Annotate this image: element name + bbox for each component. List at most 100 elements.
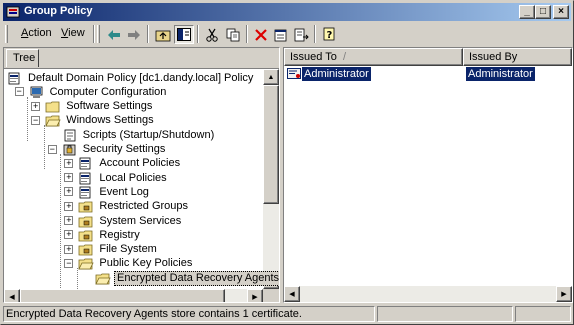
maximize-button[interactable]: □ bbox=[535, 5, 551, 19]
folder-open-icon bbox=[45, 115, 61, 127]
tree-tab-label: Tree bbox=[13, 52, 36, 64]
tree-node[interactable]: Computer Configuration bbox=[29, 85, 169, 99]
folder-lock-icon bbox=[78, 230, 93, 242]
tree-node-label: Registry bbox=[99, 228, 140, 241]
right-arrow-icon: ▶ bbox=[561, 291, 567, 298]
tree-node[interactable]: Local Policies bbox=[78, 171, 168, 185]
list-pane: Issued To / Issued By Administrator Admi… bbox=[283, 47, 573, 303]
left-arrow-icon: ◀ bbox=[289, 291, 295, 298]
up-one-level-button[interactable] bbox=[153, 25, 173, 44]
tree-horizontal-scrollbar[interactable]: ◀ ▶ bbox=[4, 289, 263, 302]
tree-node-label: Local Policies bbox=[99, 171, 167, 184]
folder-lock-icon bbox=[78, 216, 93, 227]
help-button[interactable]: ? bbox=[319, 25, 339, 44]
group-policy-app-icon bbox=[6, 6, 20, 18]
expand-button[interactable]: + bbox=[31, 101, 41, 111]
scroll-left-button[interactable]: ◀ bbox=[284, 286, 300, 302]
back-button[interactable] bbox=[104, 25, 124, 44]
tree-node-label: Computer Configuration bbox=[49, 85, 167, 98]
collapse-button[interactable]: − bbox=[64, 258, 74, 268]
delete-button[interactable] bbox=[251, 25, 271, 44]
expand-button[interactable]: + bbox=[64, 173, 74, 183]
column-label: Issued To bbox=[290, 51, 337, 63]
policy-icon bbox=[8, 72, 20, 84]
tree-node[interactable]: Account Policies bbox=[78, 157, 182, 171]
tree-node[interactable]: Windows Settings bbox=[45, 114, 155, 128]
expand-button[interactable]: + bbox=[64, 216, 74, 225]
tree-node[interactable]: Encrypted Data Recovery Agents bbox=[95, 270, 279, 286]
tree-tab[interactable]: Tree bbox=[6, 49, 39, 67]
up-arrow-icon: ▲ bbox=[267, 73, 275, 81]
toolbar-grip[interactable] bbox=[97, 25, 100, 43]
help-icon: ? bbox=[323, 27, 334, 41]
close-icon: × bbox=[558, 6, 564, 17]
tree-connector bbox=[44, 125, 45, 169]
collapse-button[interactable]: − bbox=[47, 144, 57, 154]
show-hide-tree-button[interactable] bbox=[174, 25, 194, 44]
scroll-up-button[interactable]: ▲ bbox=[263, 69, 279, 85]
table-row[interactable]: Administrator Administrator bbox=[284, 67, 572, 81]
toolbar-separator bbox=[197, 25, 199, 43]
folder-lock-icon bbox=[78, 244, 93, 256]
tree-node[interactable]: Scripts (Startup/Shutdown) bbox=[62, 128, 216, 142]
tree-node[interactable]: Software Settings bbox=[45, 100, 154, 114]
tree-header: Tree bbox=[4, 48, 279, 67]
list-horizontal-scrollbar[interactable]: ◀ ▶ bbox=[284, 286, 572, 302]
scroll-right-button[interactable]: ▶ bbox=[247, 289, 263, 302]
menu-view[interactable]: View bbox=[61, 27, 85, 39]
column-label: Issued By bbox=[469, 51, 518, 63]
copy-button[interactable] bbox=[223, 25, 243, 44]
expand-button[interactable]: + bbox=[64, 244, 74, 254]
cell-issued-to: Administrator bbox=[302, 67, 371, 81]
copy-icon bbox=[226, 28, 239, 41]
tree-node[interactable]: File System bbox=[78, 243, 158, 257]
collapse-button[interactable]: − bbox=[31, 115, 41, 125]
minimize-button[interactable]: _ bbox=[519, 5, 535, 19]
tree-node[interactable]: Security Settings bbox=[62, 143, 168, 157]
toolbar-separator bbox=[314, 25, 316, 43]
up-folder-icon bbox=[155, 30, 171, 41]
cut-button[interactable] bbox=[202, 25, 222, 44]
tree-view[interactable]: ▲ ▼ ◀ ▶ Default Domain Policy [dc1.dandy… bbox=[4, 68, 279, 302]
menu-view-rest: iew bbox=[68, 27, 85, 39]
scroll-left-button[interactable]: ◀ bbox=[4, 289, 20, 302]
toolbar-grip[interactable] bbox=[5, 25, 8, 43]
policy-icon bbox=[79, 172, 91, 184]
expand-button[interactable]: + bbox=[64, 201, 74, 211]
tree-node[interactable]: Registry bbox=[78, 228, 141, 242]
folder-open-icon bbox=[78, 258, 95, 270]
certificate-list[interactable]: Administrator Administrator bbox=[284, 66, 572, 286]
back-arrow-icon bbox=[108, 29, 120, 40]
collapse-button[interactable]: − bbox=[14, 87, 24, 97]
properties-button[interactable] bbox=[271, 25, 291, 44]
tree-node-label: File System bbox=[99, 243, 157, 256]
scroll-thumb[interactable] bbox=[20, 289, 225, 302]
column-header-issued-by[interactable]: Issued By bbox=[463, 48, 572, 66]
svg-text:?: ? bbox=[326, 30, 332, 41]
export-list-button[interactable] bbox=[291, 25, 311, 44]
column-header-issued-to[interactable]: Issued To / bbox=[284, 48, 463, 66]
toolbar-separator bbox=[147, 25, 149, 43]
tree-node[interactable]: Restricted Groups bbox=[78, 200, 190, 214]
tree-vertical-scrollbar[interactable]: ▲ ▼ bbox=[263, 69, 279, 289]
tree-node[interactable]: Event Log bbox=[78, 185, 151, 199]
scroll-thumb[interactable] bbox=[263, 85, 279, 204]
close-button[interactable]: × bbox=[553, 5, 569, 19]
tree-node[interactable]: Default Domain Policy [dc1.dandy.local] … bbox=[7, 71, 255, 85]
expand-button[interactable]: + bbox=[64, 230, 74, 240]
right-arrow-icon: ▶ bbox=[252, 294, 258, 301]
scrollbar-corner bbox=[263, 289, 279, 302]
scroll-right-button[interactable]: ▶ bbox=[556, 286, 572, 302]
properties-icon bbox=[274, 29, 287, 41]
expand-button[interactable]: + bbox=[64, 187, 74, 197]
forward-arrow-icon bbox=[128, 29, 140, 40]
expand-button[interactable]: + bbox=[64, 158, 74, 168]
folder-lock-icon bbox=[78, 201, 93, 213]
tree-node[interactable]: Public Key Policies bbox=[78, 257, 194, 271]
status-text: Encrypted Data Recovery Agents store con… bbox=[3, 306, 375, 322]
tree-node-label: Restricted Groups bbox=[99, 200, 189, 213]
menu-action[interactable]: Action bbox=[21, 27, 52, 39]
forward-button[interactable] bbox=[124, 25, 144, 44]
tree-node[interactable]: System Services bbox=[78, 214, 183, 228]
title-bar[interactable]: Group Policy _ □ × bbox=[3, 3, 571, 21]
